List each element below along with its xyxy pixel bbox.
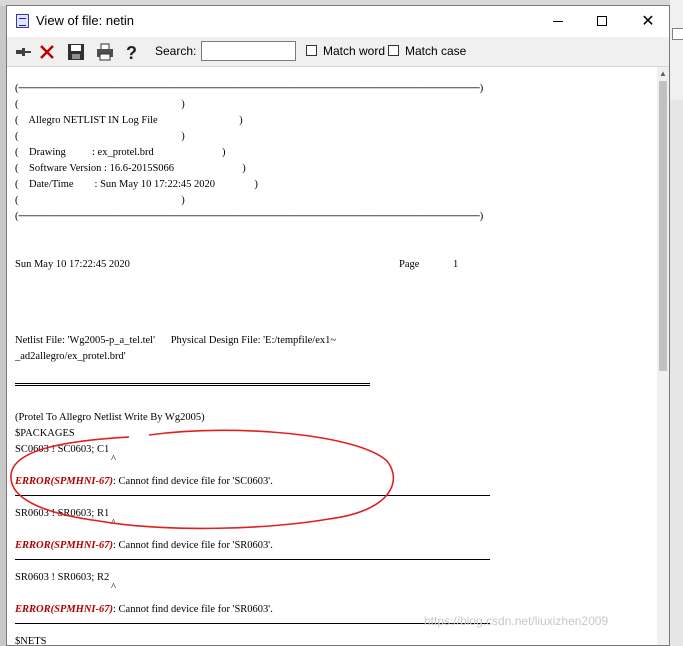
svg-text:?: ? — [126, 43, 137, 61]
help-question-icon: ? — [126, 43, 137, 61]
maximize-button[interactable] — [580, 6, 626, 37]
caret-marker: ^ — [111, 454, 116, 465]
toolbar: ? Search: Match word Match case — [7, 37, 669, 67]
background-window-right — [670, 0, 683, 646]
page-label: Page — [399, 259, 420, 270]
header-line: ( Allegro NETLIST IN Log File ) — [15, 115, 243, 126]
protel-line: (Protel To Allegro Netlist Write By Wg20… — [15, 412, 205, 423]
match-case-checkbox[interactable] — [388, 45, 399, 56]
floppy-disk-icon — [68, 44, 84, 60]
title-bar[interactable]: View of file: netin ✕ — [7, 6, 669, 37]
close-icon: ✕ — [641, 13, 655, 30]
background-checkbox — [672, 28, 683, 40]
header-line: ( Date/Time : Sun May 10 17:22:45 2020 ) — [15, 179, 258, 190]
package-line: SR0603 ! SR0603; R2 — [15, 572, 110, 583]
caret-marker: ^ — [111, 518, 116, 529]
save-button[interactable] — [64, 40, 87, 63]
close-button[interactable]: ✕ — [625, 6, 671, 37]
log-viewer-window: View of file: netin ✕ ? Search: Match wo… — [6, 5, 670, 646]
nets-label: $NETS — [15, 636, 47, 645]
error-message: : Cannot find device file for 'SR0603'. — [113, 604, 273, 615]
pin-button[interactable] — [11, 40, 34, 63]
window-title: View of file: netin — [36, 13, 135, 28]
caret-marker: ^ — [111, 582, 116, 593]
error-code: ERROR(SPMHNI-67) — [15, 476, 114, 487]
match-word-label[interactable]: Match word — [323, 44, 385, 58]
help-button[interactable]: ? — [120, 40, 143, 63]
cancel-button[interactable] — [35, 40, 58, 63]
vertical-scrollbar[interactable]: ▲ — [657, 67, 669, 645]
log-content[interactable]: (───────────────────────────────────────… — [7, 67, 657, 645]
header-line: (───────────────────────────────────────… — [15, 83, 484, 94]
header-line: ( ) — [15, 99, 185, 110]
search-label: Search: — [155, 44, 197, 58]
package-line: SC0603 ! SC0603; C1 — [15, 444, 110, 455]
search-input[interactable] — [201, 41, 296, 61]
netlist-file-line: Netlist File: 'Wg2005-p_a_tel.tel' Physi… — [15, 335, 337, 346]
pin-icon — [16, 48, 31, 56]
header-line: ( ) — [15, 131, 185, 142]
netlist-file-line-cont: _ad2allegro/ex_protel.brd' — [15, 351, 126, 362]
background-scrollbar — [670, 100, 683, 646]
error-message: : Cannot find device file for 'SC0603'. — [113, 476, 273, 487]
double-divider — [15, 383, 370, 386]
header-line: (───────────────────────────────────────… — [15, 211, 484, 222]
header-line: ( Drawing : ex_protel.brd ) — [15, 147, 226, 158]
divider-line — [15, 623, 490, 624]
divider-line — [15, 495, 490, 496]
page-number: 1 — [453, 259, 459, 270]
minimize-icon — [553, 21, 563, 22]
match-case-label[interactable]: Match case — [405, 44, 466, 58]
match-word-checkbox[interactable] — [306, 45, 317, 56]
divider-line — [15, 559, 490, 560]
header-line: ( ) — [15, 195, 185, 206]
printer-icon — [97, 43, 113, 61]
error-line: ERROR(SPMHNI-67): Cannot find device fil… — [15, 602, 273, 618]
package-line: SR0603 ! SR0603; R1 — [15, 508, 110, 519]
error-message: : Cannot find device file for 'SR0603'. — [113, 540, 273, 551]
watermark: https://blog.csdn.net/liuxizhen2009 — [424, 614, 609, 628]
packages-label: $PACKAGES — [15, 428, 75, 439]
app-icon — [16, 14, 29, 28]
error-code: ERROR(SPMHNI-67) — [15, 540, 114, 551]
date-line: Sun May 10 17:22:45 2020 — [15, 259, 130, 270]
red-x-icon — [40, 45, 54, 59]
error-line: ERROR(SPMHNI-67): Cannot find device fil… — [15, 474, 273, 490]
error-code: ERROR(SPMHNI-67) — [15, 604, 114, 615]
minimize-button[interactable] — [535, 6, 581, 37]
header-line: ( Software Version : 16.6-2015S066 ) — [15, 163, 246, 174]
maximize-icon — [597, 16, 607, 26]
scroll-up-icon[interactable]: ▲ — [657, 67, 669, 81]
print-button[interactable] — [93, 40, 116, 63]
error-line: ERROR(SPMHNI-67): Cannot find device fil… — [15, 538, 273, 554]
scrollbar-thumb[interactable] — [659, 81, 667, 371]
